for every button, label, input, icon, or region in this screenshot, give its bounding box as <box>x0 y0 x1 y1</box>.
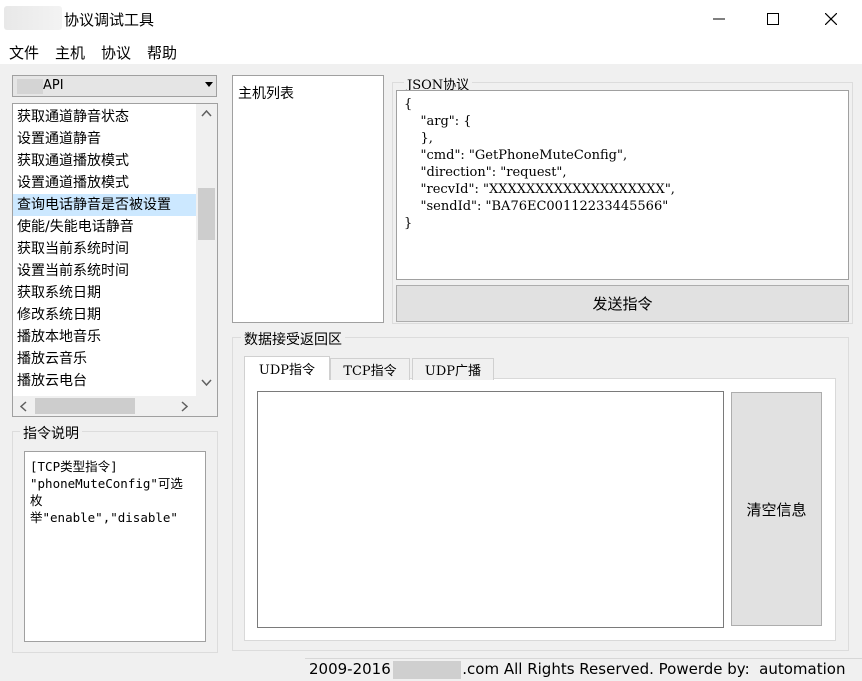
list-item[interactable]: 播放云电台 <box>13 370 196 392</box>
left-arrow-icon[interactable] <box>20 401 27 412</box>
send-command-button[interactable]: 发送指令 <box>396 285 849 322</box>
list-item[interactable]: 设置通道静音 <box>13 128 196 150</box>
horizontal-scroll-thumb[interactable] <box>35 398 135 414</box>
list-item[interactable]: 设置通道播放模式 <box>13 172 196 194</box>
list-item[interactable]: 获取当前系统时间 <box>13 238 196 260</box>
list-item[interactable]: 获取通道静音状态 <box>13 106 196 128</box>
list-item[interactable]: 播放云音乐 <box>13 348 196 370</box>
window-title: 协议调试工具 <box>64 11 155 29</box>
vertical-scrollbar[interactable] <box>196 104 217 396</box>
list-item[interactable]: 播放本地音乐 <box>13 326 196 348</box>
menu-host[interactable]: 主机 <box>55 42 85 63</box>
status-text: 2009-2016 .com All Rights Reserved. Powe… <box>309 660 846 678</box>
list-item-selected[interactable]: 查询电话静音是否被设置 <box>13 194 196 216</box>
list-item[interactable]: 使能/失能电话静音 <box>13 216 196 238</box>
combo-value: API <box>43 78 64 93</box>
vertical-scroll-thumb[interactable] <box>198 188 215 240</box>
down-arrow-icon[interactable] <box>201 379 212 386</box>
description-text: [TCP类型指令] "phoneMuteConfig"可选 枚 举"enable… <box>24 451 206 642</box>
menu-protocol[interactable]: 协议 <box>101 42 131 63</box>
maximize-button[interactable] <box>744 0 802 38</box>
host-list-label: 主机列表 <box>238 86 294 102</box>
menu-bar: 文件 主机 协议 帮助 <box>0 40 862 64</box>
clear-info-button[interactable]: 清空信息 <box>731 392 822 626</box>
minimize-button[interactable] <box>690 0 748 38</box>
tab-tcp-command[interactable]: TCP指令 <box>330 358 410 380</box>
receive-label: 数据接受返回区 <box>241 329 345 349</box>
tab-udp-command[interactable]: UDP指令 <box>244 356 330 380</box>
host-list[interactable]: 主机列表 <box>232 75 384 323</box>
list-item[interactable]: 获取通道播放模式 <box>13 150 196 172</box>
right-arrow-icon[interactable] <box>181 401 188 412</box>
status-bar: 2009-2016 .com All Rights Reserved. Powe… <box>305 658 862 681</box>
combo-redacted <box>17 79 43 94</box>
list-item[interactable]: 设置当前系统时间 <box>13 260 196 282</box>
menu-help[interactable]: 帮助 <box>147 42 177 63</box>
status-redacted <box>393 661 461 679</box>
api-combo[interactable]: API <box>12 75 217 97</box>
tab-udp-broadcast[interactable]: UDP广播 <box>412 358 494 380</box>
command-list[interactable]: 获取通道静音状态 设置通道静音 获取通道播放模式 设置通道播放模式 查询电话静音… <box>12 103 218 417</box>
app-icon <box>4 6 62 30</box>
maximize-icon <box>767 13 779 25</box>
list-item[interactable]: 修改系统日期 <box>13 304 196 326</box>
list-item[interactable]: 获取系统日期 <box>13 282 196 304</box>
receive-textbox[interactable] <box>257 391 724 628</box>
chevron-down-icon <box>205 82 213 87</box>
json-editor[interactable]: { "arg": { }, "cmd": "GetPhoneMuteConfig… <box>396 90 849 280</box>
horizontal-scrollbar[interactable] <box>13 396 217 416</box>
description-label: 指令说明 <box>20 423 82 443</box>
up-arrow-icon[interactable] <box>201 110 212 117</box>
minimize-icon <box>713 18 725 20</box>
menu-file[interactable]: 文件 <box>9 42 39 63</box>
close-icon <box>825 13 837 25</box>
close-button[interactable] <box>802 0 860 38</box>
title-bar: 协议调试工具 <box>0 0 862 40</box>
